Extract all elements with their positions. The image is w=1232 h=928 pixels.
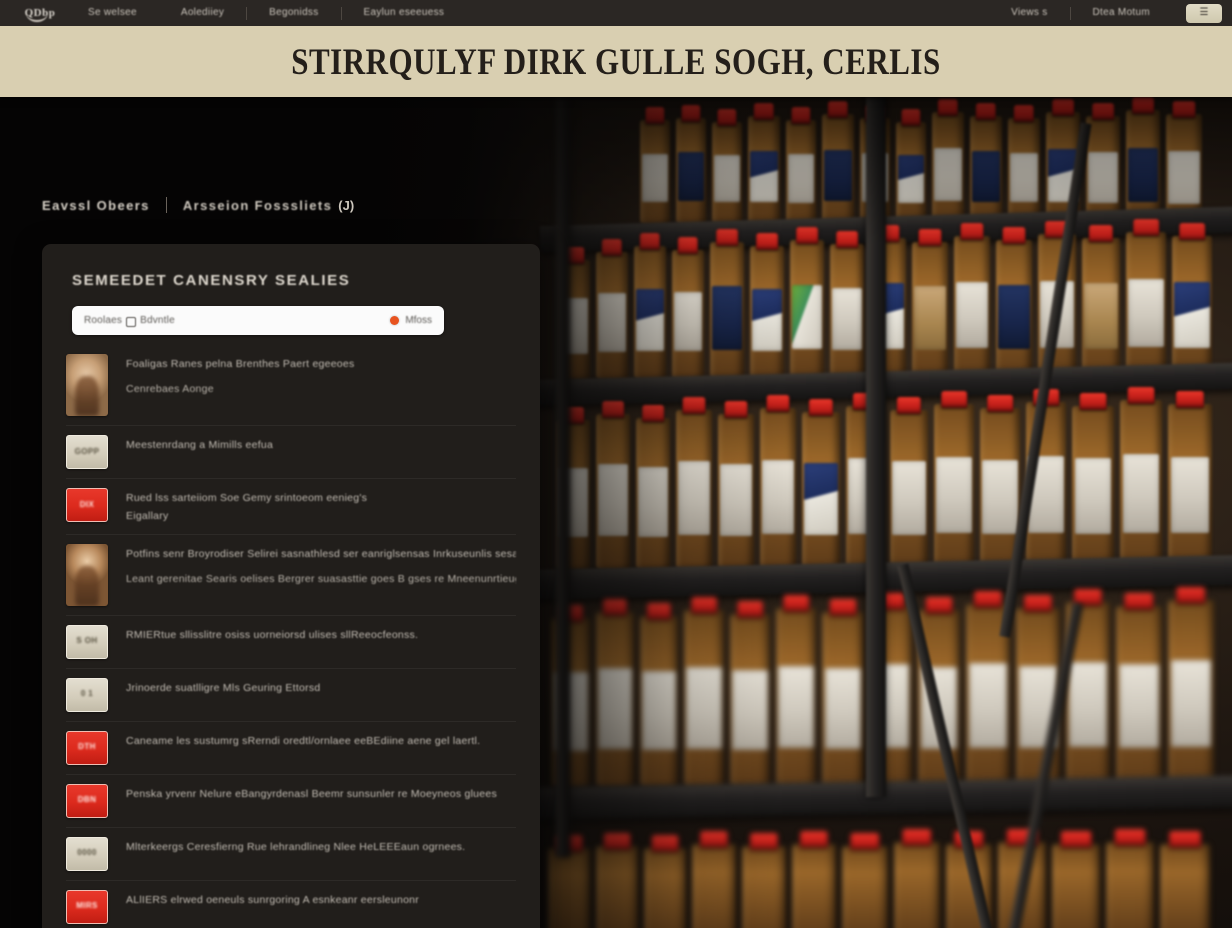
breadcrumb-item-secondary[interactable]: Arsseion Fosssliets [183, 198, 332, 213]
list-item-subtitle: Leant gerenitae Searis oelises Bergrer s… [126, 572, 516, 585]
status-dot-icon [390, 316, 400, 325]
thumbnail-label: S OH [76, 636, 98, 646]
list-item-thumbnail: DIX [66, 488, 108, 522]
list-item[interactable]: MIRS ALlIERS elrwed oeneuls sunrgoring A… [66, 881, 516, 928]
list-item-thumbnail [66, 354, 108, 416]
shelf-upright [556, 97, 570, 857]
list-item-text: Caneame les sustumrg sRerndi oredtl/ornl… [126, 731, 516, 749]
list-item-text: Jrinoerde suatlligre Mls Geuring Ettorsd [126, 678, 516, 696]
app-root: QDbp Se welsee Aolediiey Begonidss Eaylu… [0, 0, 1232, 928]
results-panel: Semeedet Canensry Sealies Roolaes Bdvntl… [42, 244, 540, 928]
nav-item-1[interactable]: Aolediiey [159, 0, 246, 26]
shelf-upright [866, 97, 886, 797]
filter-icon [126, 316, 137, 327]
thumbnail-label: MIRS [76, 901, 98, 911]
list-item[interactable]: DIX Rued lss sarteiiom Soe Gemy srintoeo… [66, 479, 516, 535]
list-item-text: Penska yrvenr Nelure eBangyrdenasl Beemr… [126, 784, 516, 802]
nav-action-button[interactable]: ☰ [1186, 3, 1222, 23]
list-item[interactable]: S OH RMIERtue sllisslitre osiss uorneior… [66, 616, 516, 669]
thumbnail-label: DBN [77, 795, 97, 805]
page-title-banner: Stirrqulyf Dirk Gulle Sogh, Cerlis [0, 26, 1232, 97]
list-item-title: Potfins senr Broyrodiser Selirei sasnath… [126, 547, 516, 560]
list-item-thumbnail: 0 1 [66, 677, 108, 712]
thumbnail-label: DTH [78, 742, 96, 752]
brand-swoosh-icon [26, 13, 48, 22]
list-item-title: Rued lss sarteiiom Soe Gemy srintoeom ee… [126, 492, 368, 504]
list-item-title: Penska yrvenr Nelure eBangyrdenasl Beemr… [126, 787, 497, 800]
list-item-title: Meestenrdang a Mimills eefua [126, 439, 274, 451]
results-list: Foaligas Ranes pelna Brenthes Paert egee… [42, 345, 540, 928]
list-item-text: ALlIERS elrwed oeneuls sunrgoring A esnk… [126, 890, 516, 908]
list-item[interactable]: 0000 Mlterkeergs Ceresfierng Rue lehrand… [66, 828, 516, 881]
site-logo[interactable]: QDbp [14, 0, 66, 26]
search-action-label: Mfoss [405, 315, 432, 326]
breadcrumb-item-primary[interactable]: Eavssl Obeers [42, 198, 150, 213]
breadcrumb-divider [165, 197, 167, 213]
list-item[interactable]: 0 1 Jrinoerde suatlligre Mls Geuring Ett… [66, 669, 516, 722]
list-item[interactable]: Potfins senr Broyrodiser Selirei sasnath… [66, 535, 516, 616]
search-placeholder-after: Bdvntle [140, 315, 175, 326]
thumbnail-label: DIX [79, 499, 95, 509]
list-item-title: ALlIERS elrwed oeneuls sunrgoring A esnk… [126, 893, 420, 906]
list-item-thumbnail [66, 543, 108, 606]
thumbnail-label: 0000 [77, 848, 97, 858]
list-item-title: Caneame les sustumrg sRerndi oredtl/ornl… [126, 734, 481, 747]
nav-right-group: Views s Dtea Motum ☰ [989, 0, 1232, 26]
thumbnail-label: 0 1 [80, 689, 94, 699]
nav-right-item-0[interactable]: Views s [989, 0, 1069, 26]
top-navigation-bar: QDbp Se welsee Aolediiey Begonidss Eaylu… [0, 0, 1232, 26]
list-item[interactable]: DBN Penska yrvenr Nelure eBangyrdenasl B… [66, 775, 516, 828]
breadcrumb: Eavssl Obeers Arsseion Fosssliets (J) [42, 195, 354, 215]
list-item[interactable]: DTH Caneame les sustumrg sRerndi oredtl/… [66, 722, 516, 775]
list-item[interactable]: GOPP Meestenrdang a Mimills eefua [66, 426, 516, 479]
search-placeholder-before: Roolaes [84, 315, 123, 326]
nav-right-item-1[interactable]: Dtea Motum [1071, 0, 1172, 26]
list-item-title: Jrinoerde suatlligre Mls Geuring Ettorsd [126, 681, 321, 694]
page-title: Stirrqulyf Dirk Gulle Sogh, Cerlis [291, 40, 941, 82]
list-item-thumbnail: DBN [66, 783, 108, 818]
list-item-subtitle: Eigallary [126, 510, 169, 523]
list-item-thumbnail: S OH [66, 624, 108, 659]
list-item-title: Mlterkeergs Ceresfierng Rue lehrandlineg… [126, 840, 466, 853]
list-item-thumbnail: DTH [66, 730, 108, 765]
list-item-text: Foaligas Ranes pelna Brenthes Paert egee… [126, 354, 516, 398]
nav-item-3[interactable]: Eaylun eseeuess [342, 0, 467, 26]
panel-title: Semeedet Canensry Sealies [72, 272, 351, 289]
search-input[interactable]: Roolaes Bdvntle Mfoss [72, 306, 444, 335]
list-item-text: Meestenrdang a Mimills eefua [126, 435, 516, 453]
list-item-text: Mlterkeergs Ceresfierng Rue lehrandlineg… [126, 837, 516, 855]
search-action-group[interactable]: Mfoss [390, 315, 432, 326]
list-item-title: RMIERtue sllisslitre osiss uorneiorsd ul… [126, 628, 419, 641]
nav-left-group: QDbp Se welsee Aolediiey Begonidss Eaylu… [0, 0, 466, 26]
list-item-text: Potfins senr Broyrodiser Selirei sasnath… [126, 544, 516, 588]
list-item-thumbnail: GOPP [66, 435, 108, 469]
list-item-text: RMIERtue sllisslitre osiss uorneiorsd ul… [126, 625, 516, 643]
breadcrumb-count-badge: (J) [338, 197, 355, 213]
list-item-title: Foaligas Ranes pelna Brenthes Paert egee… [126, 358, 355, 370]
menu-icon: ☰ [1199, 7, 1209, 18]
list-item[interactable]: Foaligas Ranes pelna Brenthes Paert egee… [66, 345, 516, 426]
list-item-subtitle: Cenrebaes Aonge [126, 383, 214, 396]
list-item-text: Rued lss sarteiiom Soe Gemy srintoeom ee… [126, 488, 516, 525]
nav-item-0[interactable]: Se welsee [66, 0, 159, 26]
thumbnail-label: GOPP [74, 446, 100, 456]
list-item-thumbnail: MIRS [66, 889, 108, 924]
list-item-thumbnail: 0000 [66, 836, 108, 871]
nav-item-2[interactable]: Begonidss [247, 0, 340, 26]
